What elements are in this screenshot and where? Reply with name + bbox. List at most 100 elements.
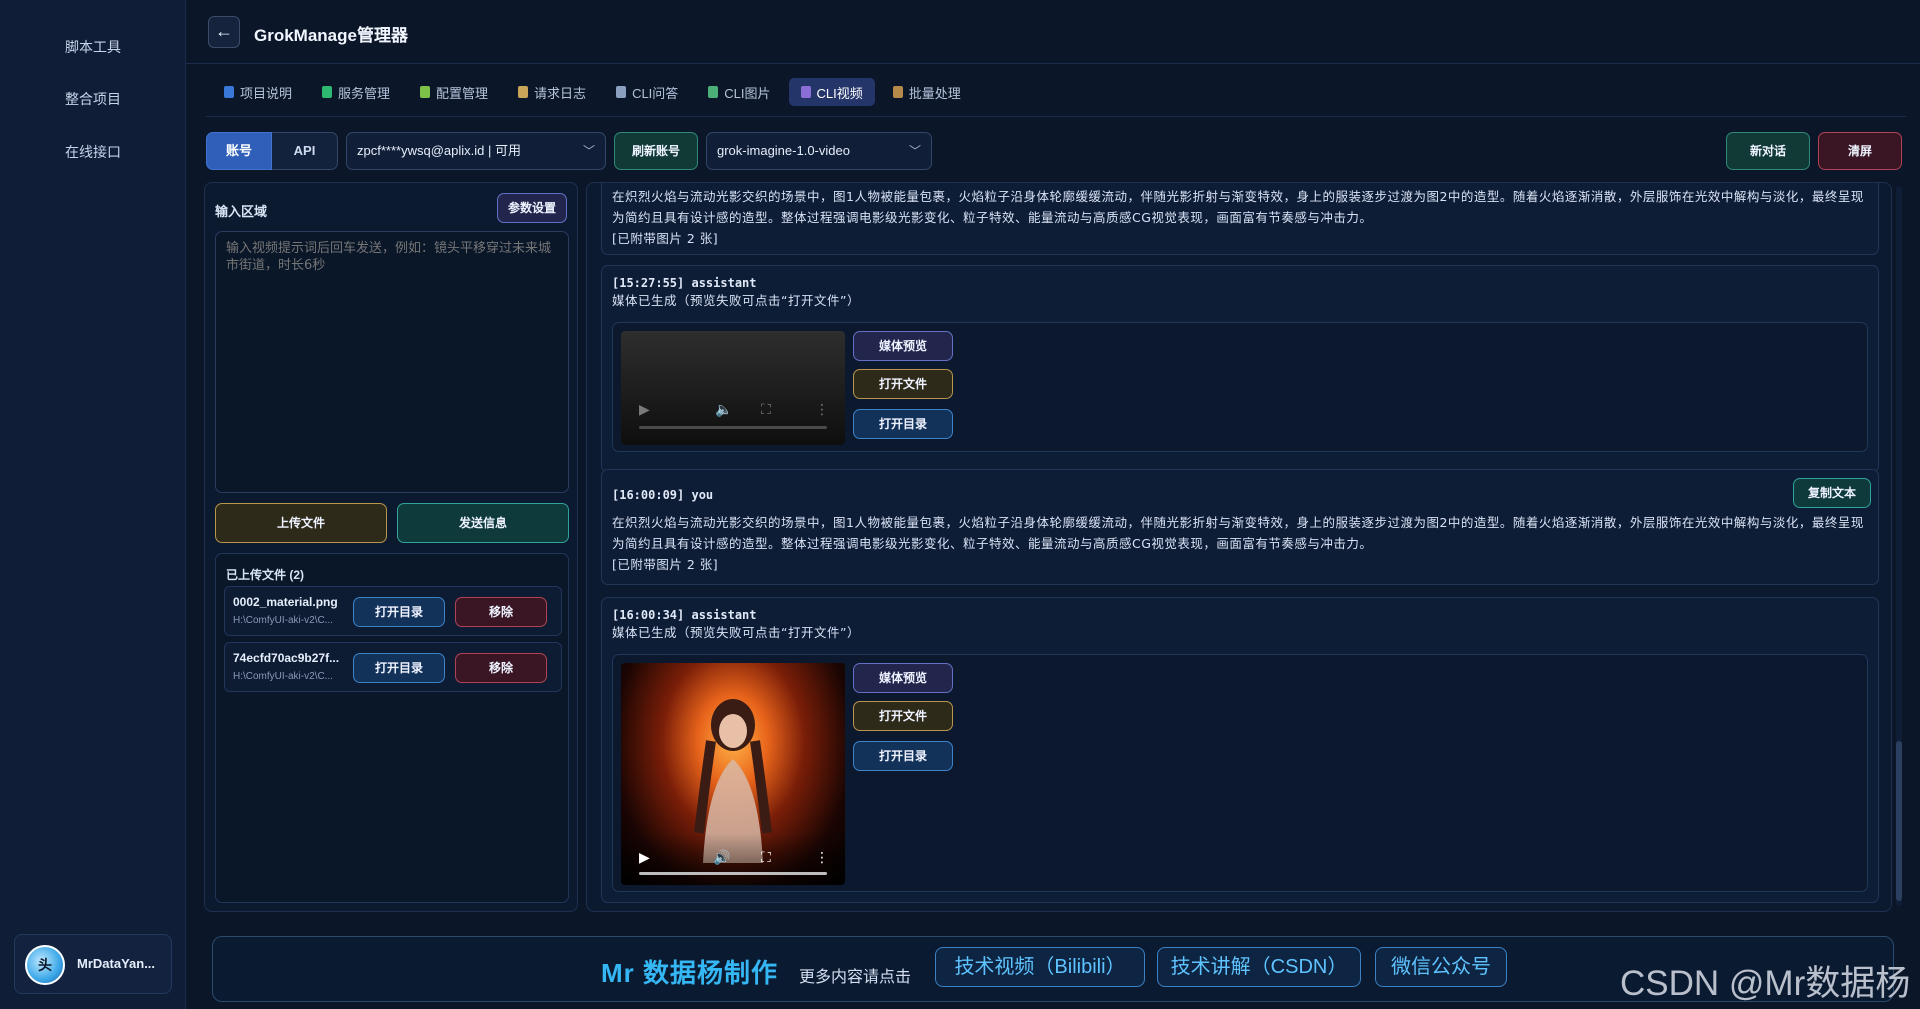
message-text: 媒体已生成（预览失败可点击“打开文件”） — [612, 625, 860, 640]
tab-label: CLI问答 — [632, 85, 679, 101]
back-button[interactable]: ← — [208, 16, 240, 48]
volume-icon[interactable]: 🔊 — [713, 849, 730, 866]
open-dir-button[interactable]: 打开目录 — [853, 409, 953, 439]
tab-label: CLI图片 — [724, 85, 771, 101]
tab-icon — [892, 86, 903, 98]
more-options-icon[interactable]: ⋮ — [815, 401, 829, 418]
account-select[interactable]: zpcf****ywsq@aplix.id | 可用 ﹀ — [346, 132, 606, 170]
file-name: 74ecfd70ac9b27f... — [233, 651, 340, 665]
clear-screen-button[interactable]: 清屏 — [1818, 132, 1902, 170]
user-card[interactable]: 头 MrDataYan... — [14, 934, 172, 994]
chat-message: 在炽烈火焰与流动光影交织的场景中，图1人物被能量包裹，火焰粒子沿身体轮廓缓缓流动… — [601, 183, 1879, 255]
fullscreen-icon[interactable]: ⛶ — [761, 849, 771, 866]
username: MrDataYan... — [77, 956, 156, 971]
sidebar-item-script-tools[interactable]: 脚本工具 — [0, 37, 186, 57]
fullscreen-icon[interactable]: ⛶ — [761, 401, 771, 418]
model-select-value: grok-imagine-1.0-video — [717, 143, 850, 158]
play-icon[interactable]: ▶ — [639, 401, 650, 418]
message-header: [16:00:34] assistant — [612, 608, 757, 622]
tab-label: 批量处理 — [908, 85, 961, 101]
open-file-button[interactable]: 打开文件 — [853, 369, 953, 399]
tab-api[interactable]: API — [272, 132, 338, 170]
more-content-text: 更多内容请点击 — [799, 969, 912, 986]
file-row: 74ecfd70ac9b27f... H:\ComfyUI-aki-v2\C..… — [224, 642, 562, 692]
tab-icon — [800, 86, 811, 98]
tab-item[interactable]: CLI问答 — [604, 78, 690, 106]
tab-item[interactable]: 配置管理 — [408, 78, 500, 106]
chat-panel: 在炽烈火焰与流动光影交织的场景中，图1人物被能量包裹，火焰粒子沿身体轮廓缓缓流动… — [586, 182, 1892, 912]
sidebar-item-integration-projects[interactable]: 整合项目 — [0, 89, 186, 109]
video-progress-bar[interactable] — [639, 426, 827, 429]
tab-item[interactable]: 请求日志 — [506, 78, 598, 106]
attached-images-note: [已附带图片 2 张] — [612, 557, 719, 572]
chat-scrollbar[interactable] — [1896, 186, 1902, 906]
prompt-input[interactable] — [215, 231, 569, 493]
chat-message: [16:00:34] assistant 媒体已生成（预览失败可点击“打开文件”… — [601, 597, 1879, 903]
tab-label: 配置管理 — [436, 85, 489, 101]
tab-divider — [206, 116, 1906, 117]
uploaded-files-heading: 已上传文件 (2) — [226, 568, 305, 582]
params-settings-button[interactable]: 参数设置 — [497, 193, 567, 223]
video-player[interactable]: ▶ 🔈 ⛶ ⋮ — [621, 331, 845, 445]
sidebar: 脚本工具 整合项目 在线接口 头 MrDataYan... — [0, 0, 186, 1009]
app-title: GrokManage管理器 — [254, 26, 408, 45]
file-remove-button[interactable]: 移除 — [455, 653, 547, 683]
play-icon[interactable]: ▶ — [639, 849, 650, 866]
message-text: 在炽烈火焰与流动光影交织的场景中，图1人物被能量包裹，火焰粒子沿身体轮廓缓缓流动… — [612, 189, 1864, 225]
chevron-down-icon: ﹀ — [582, 144, 595, 158]
file-path: H:\ComfyUI-aki-v2\C... — [233, 615, 334, 626]
tab-item[interactable]: 项目说明 — [212, 78, 304, 106]
copy-text-button[interactable]: 复制文本 — [1793, 478, 1871, 508]
message-header: [15:27:55] assistant — [612, 276, 757, 290]
more-options-icon[interactable]: ⋮ — [815, 849, 829, 866]
tab-icon — [224, 86, 234, 98]
media-box: ▶ 🔈 ⛶ ⋮ 媒体预览 打开文件 打开目录 — [612, 322, 1868, 452]
volume-icon[interactable]: 🔈 — [715, 401, 732, 418]
message-text: 媒体已生成（预览失败可点击“打开文件”） — [612, 293, 860, 308]
model-select[interactable]: grok-imagine-1.0-video ﹀ — [706, 132, 932, 170]
video-controls: ▶ 🔈 ⛶ ⋮ — [621, 393, 845, 445]
bilibili-link-button[interactable]: 技术视频（Bilibili） — [935, 947, 1145, 987]
media-preview-button[interactable]: 媒体预览 — [853, 331, 953, 361]
refresh-account-button[interactable]: 刷新账号 — [614, 132, 698, 170]
upload-file-button[interactable]: 上传文件 — [215, 503, 387, 543]
new-chat-button[interactable]: 新对话 — [1726, 132, 1810, 170]
tab-label: 服务管理 — [338, 85, 391, 101]
media-preview-button[interactable]: 媒体预览 — [853, 663, 953, 693]
file-row: 0002_material.png H:\ComfyUI-aki-v2\C...… — [224, 586, 562, 636]
input-panel: 输入区域 参数设置 上传文件 发送信息 已上传文件 (2) 0002_mater… — [204, 182, 578, 912]
file-remove-button[interactable]: 移除 — [455, 597, 547, 627]
input-area-heading: 输入区域 — [215, 204, 268, 219]
tab-item[interactable]: CLI图片 — [696, 78, 782, 106]
tab-item[interactable]: CLI视频 — [788, 78, 875, 106]
send-message-button[interactable]: 发送信息 — [397, 503, 569, 543]
video-controls: ▶ 🔊 ⛶ ⋮ — [621, 833, 845, 885]
tab-bar: 项目说明 服务管理 配置管理 请求日志 CLI问答 CLI图片 CLI视频 批量处理 — [212, 78, 973, 106]
file-open-dir-button[interactable]: 打开目录 — [353, 597, 445, 627]
media-box: ▶ 🔊 ⛶ ⋮ 媒体预览 打开文件 打开目录 — [612, 654, 1868, 892]
sidebar-item-online-api[interactable]: 在线接口 — [0, 142, 186, 162]
video-player[interactable]: ▶ 🔊 ⛶ ⋮ — [621, 663, 845, 885]
tab-icon — [708, 86, 719, 98]
message-text: 在炽烈火焰与流动光影交织的场景中，图1人物被能量包裹，火焰粒子沿身体轮廓缓缓流动… — [612, 515, 1864, 551]
chat-message: [16:00:09] you 复制文本 在炽烈火焰与流动光影交织的场景中，图1人… — [601, 469, 1879, 585]
wechat-link-button[interactable]: 微信公众号 — [1375, 947, 1507, 987]
open-dir-button[interactable]: 打开目录 — [853, 741, 953, 771]
uploaded-files-list: 已上传文件 (2) 0002_material.png H:\ComfyUI-a… — [215, 553, 569, 903]
video-progress-bar[interactable] — [639, 872, 827, 875]
tab-item[interactable]: 批量处理 — [881, 78, 973, 106]
file-path: H:\ComfyUI-aki-v2\C... — [233, 671, 334, 682]
tab-icon — [322, 86, 333, 98]
file-open-dir-button[interactable]: 打开目录 — [353, 653, 445, 683]
brand-text: Mr 数据杨制作 — [601, 958, 779, 988]
tab-item[interactable]: 服务管理 — [310, 78, 402, 106]
account-select-value: zpcf****ywsq@aplix.id | 可用 — [357, 143, 521, 158]
chat-scrollbar-thumb[interactable] — [1896, 741, 1902, 901]
open-file-button[interactable]: 打开文件 — [853, 701, 953, 731]
avatar: 头 — [25, 945, 65, 985]
tab-account[interactable]: 账号 — [206, 132, 272, 170]
attached-images-note: [已附带图片 2 张] — [612, 231, 719, 246]
tab-label: CLI视频 — [816, 85, 863, 101]
csdn-link-button[interactable]: 技术讲解（CSDN） — [1157, 947, 1361, 987]
chat-message: [15:27:55] assistant 媒体已生成（预览失败可点击“打开文件”… — [601, 265, 1879, 473]
